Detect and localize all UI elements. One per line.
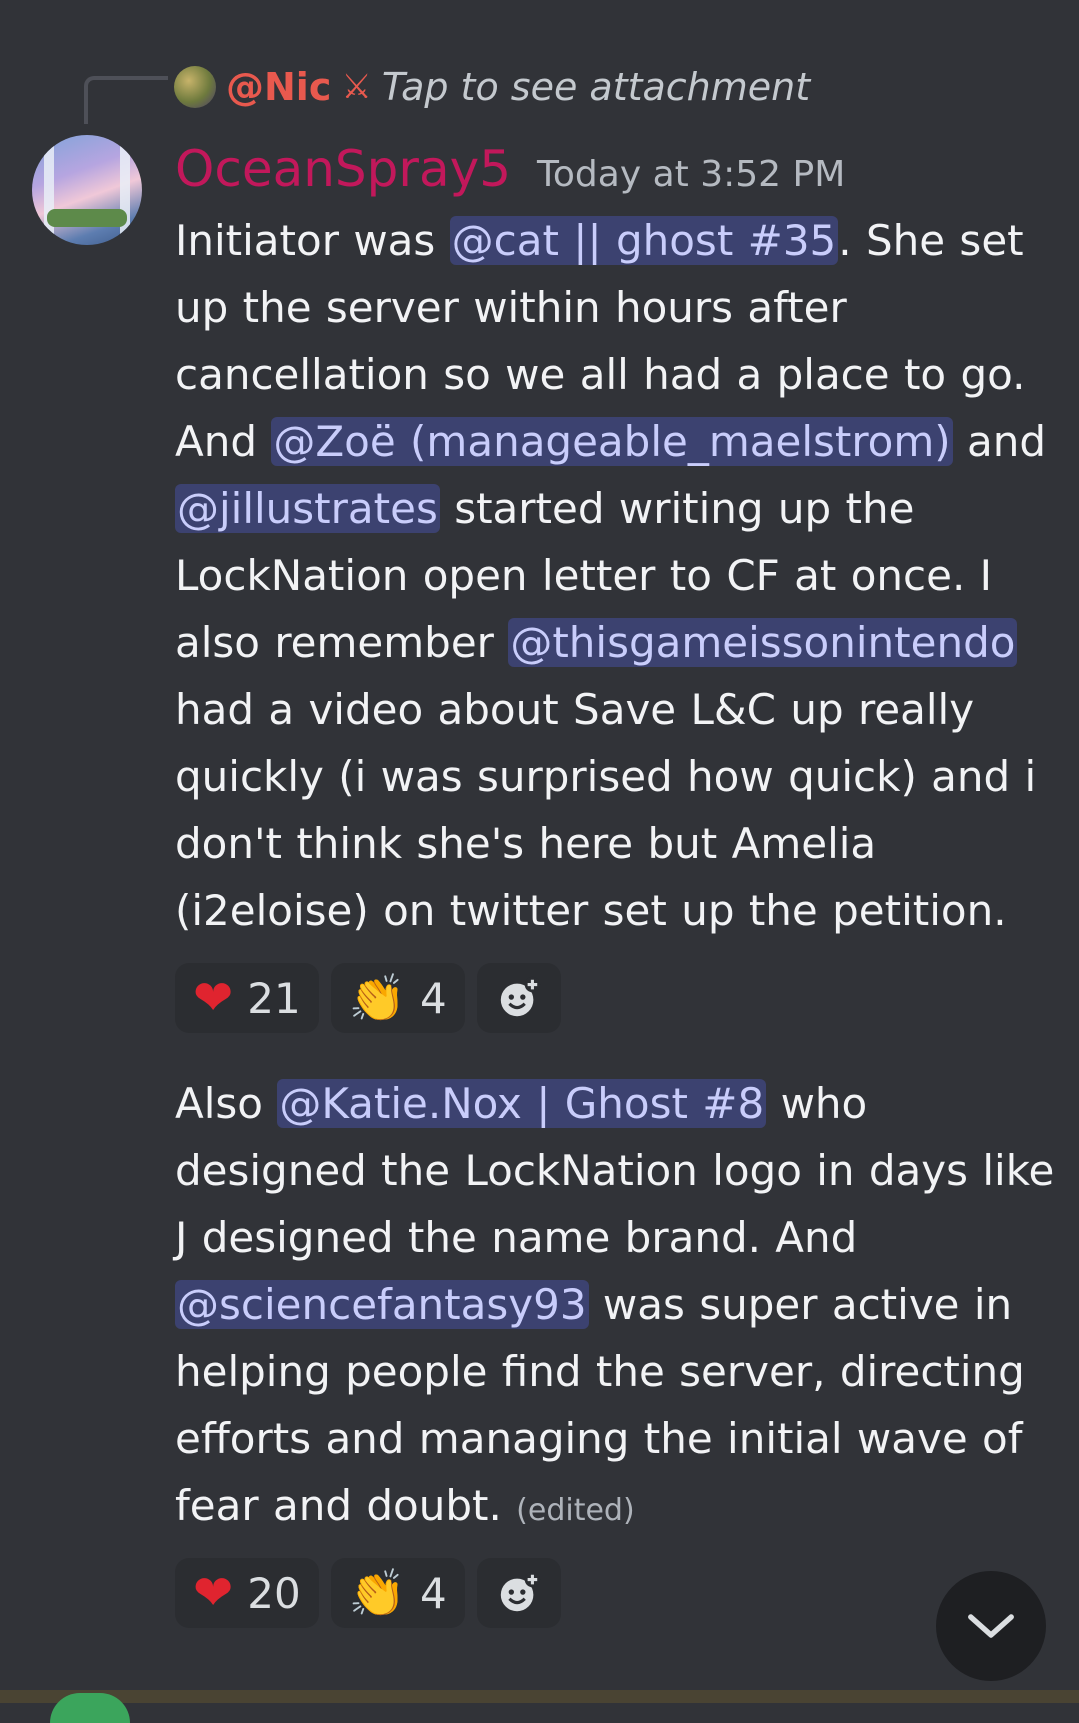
user-mention[interactable]: @jillustrates <box>175 484 440 533</box>
message-text-segment: Initiator was <box>175 216 450 265</box>
reaction-heart[interactable]: ❤ 20 <box>175 1558 319 1628</box>
user-mention[interactable]: @cat || ghost #35 <box>449 216 839 265</box>
reply-connector <box>84 76 168 124</box>
reaction-clapping-hands[interactable]: 👏 4 <box>330 1558 465 1628</box>
edited-label: (edited) <box>516 1493 635 1528</box>
chevron-down-icon <box>968 1614 1014 1638</box>
reaction-clapping-hands[interactable]: 👏 4 <box>330 963 465 1033</box>
username[interactable]: OceanSpray5 <box>175 140 511 198</box>
timestamp: Today at 3:52 PM <box>537 154 846 195</box>
reply-author-name[interactable]: @Nic <box>226 65 331 109</box>
message-header: OceanSpray5 Today at 3:52 PM <box>175 140 845 198</box>
reply-text[interactable]: Tap to see attachment <box>382 65 810 109</box>
add-reaction-button[interactable] <box>476 963 561 1033</box>
reply-preview[interactable]: @Nic ⚔ Tap to see attachment <box>174 62 810 112</box>
message-text: Initiator was @cat || ghost #35. She set… <box>175 207 1055 944</box>
heart-icon: ❤ <box>193 1565 234 1621</box>
message-text-segment: had a video about Save L&C up really qui… <box>175 685 1037 935</box>
reaction-count: 20 <box>247 1568 301 1618</box>
add-reaction-button[interactable] <box>476 1558 561 1628</box>
user-mention[interactable]: @thisgameissonintendo <box>508 618 1018 667</box>
reaction-count: 4 <box>419 973 447 1023</box>
reaction-bar: ❤ 20 👏 4 <box>175 1558 561 1628</box>
clapping-hands-icon: 👏 <box>348 1566 406 1620</box>
heart-icon: ❤ <box>193 970 234 1026</box>
message-text-segment: and <box>952 417 1047 466</box>
crossed-swords-icon: ⚔ <box>341 67 372 107</box>
jump-to-present-button[interactable] <box>936 1571 1046 1681</box>
user-mention[interactable]: @Katie.Nox | Ghost #8 <box>277 1079 767 1128</box>
reaction-bar: ❤ 21 👏 4 <box>175 963 561 1033</box>
reaction-count: 21 <box>247 973 301 1023</box>
message-text-segment: Also <box>175 1079 278 1128</box>
reaction-count: 4 <box>419 1568 447 1618</box>
add-reaction-icon <box>500 976 540 1017</box>
user-mention[interactable]: @sciencefantasy93 <box>175 1280 589 1329</box>
user-mention[interactable]: @Zoë (manageable_maelstrom) <box>271 417 953 466</box>
reply-avatar[interactable] <box>174 66 216 108</box>
add-reaction-icon <box>500 1571 540 1612</box>
reaction-heart[interactable]: ❤ 21 <box>175 963 319 1033</box>
avatar[interactable] <box>32 135 142 245</box>
bottom-bar <box>0 1690 1079 1703</box>
clapping-hands-icon: 👏 <box>348 971 406 1025</box>
message-text: Also @Katie.Nox | Ghost #8 who designed … <box>175 1070 1055 1544</box>
